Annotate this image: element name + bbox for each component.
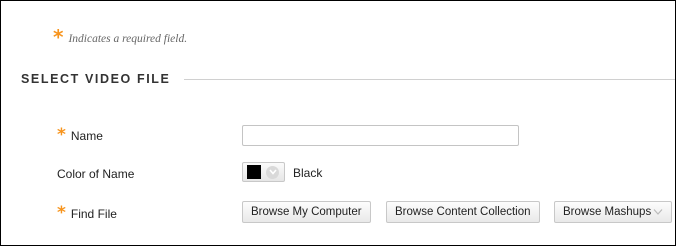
name-row: * Name: [1, 123, 675, 149]
browse-mashups-label: Browse Mashups: [563, 206, 652, 218]
form-panel: * Indicates a required field. SELECT VID…: [0, 0, 676, 246]
chevron-down-icon: [266, 165, 279, 179]
find-file-row: * Find File Browse My Computer Browse Co…: [1, 201, 675, 227]
required-asterisk-icon: *: [57, 202, 66, 223]
name-label-text: Name: [70, 129, 103, 143]
required-asterisk-icon: *: [57, 124, 66, 145]
browse-my-computer-button[interactable]: Browse My Computer: [242, 201, 371, 223]
required-asterisk-icon: *: [53, 25, 64, 49]
name-input[interactable]: [242, 125, 519, 146]
required-note-text: Indicates a required field.: [68, 33, 188, 45]
find-file-label-text: Find File: [70, 207, 117, 221]
color-swatch: [247, 165, 261, 179]
section-divider: [184, 79, 675, 80]
chevron-down-icon: [653, 208, 663, 216]
browse-mashups-button[interactable]: Browse Mashups: [554, 201, 673, 223]
section-title: SELECT VIDEO FILE: [21, 72, 171, 86]
name-label: * Name: [57, 124, 103, 145]
color-value-label: Black: [293, 166, 323, 180]
find-file-label: * Find File: [57, 202, 117, 223]
color-picker-button[interactable]: [242, 162, 285, 182]
color-row: Color of Name Black: [1, 161, 675, 187]
section-header: SELECT VIDEO FILE: [21, 72, 675, 86]
browse-content-collection-button[interactable]: Browse Content Collection: [386, 201, 540, 223]
color-of-name-label: Color of Name: [57, 167, 135, 181]
required-field-note: * Indicates a required field.: [53, 25, 188, 49]
